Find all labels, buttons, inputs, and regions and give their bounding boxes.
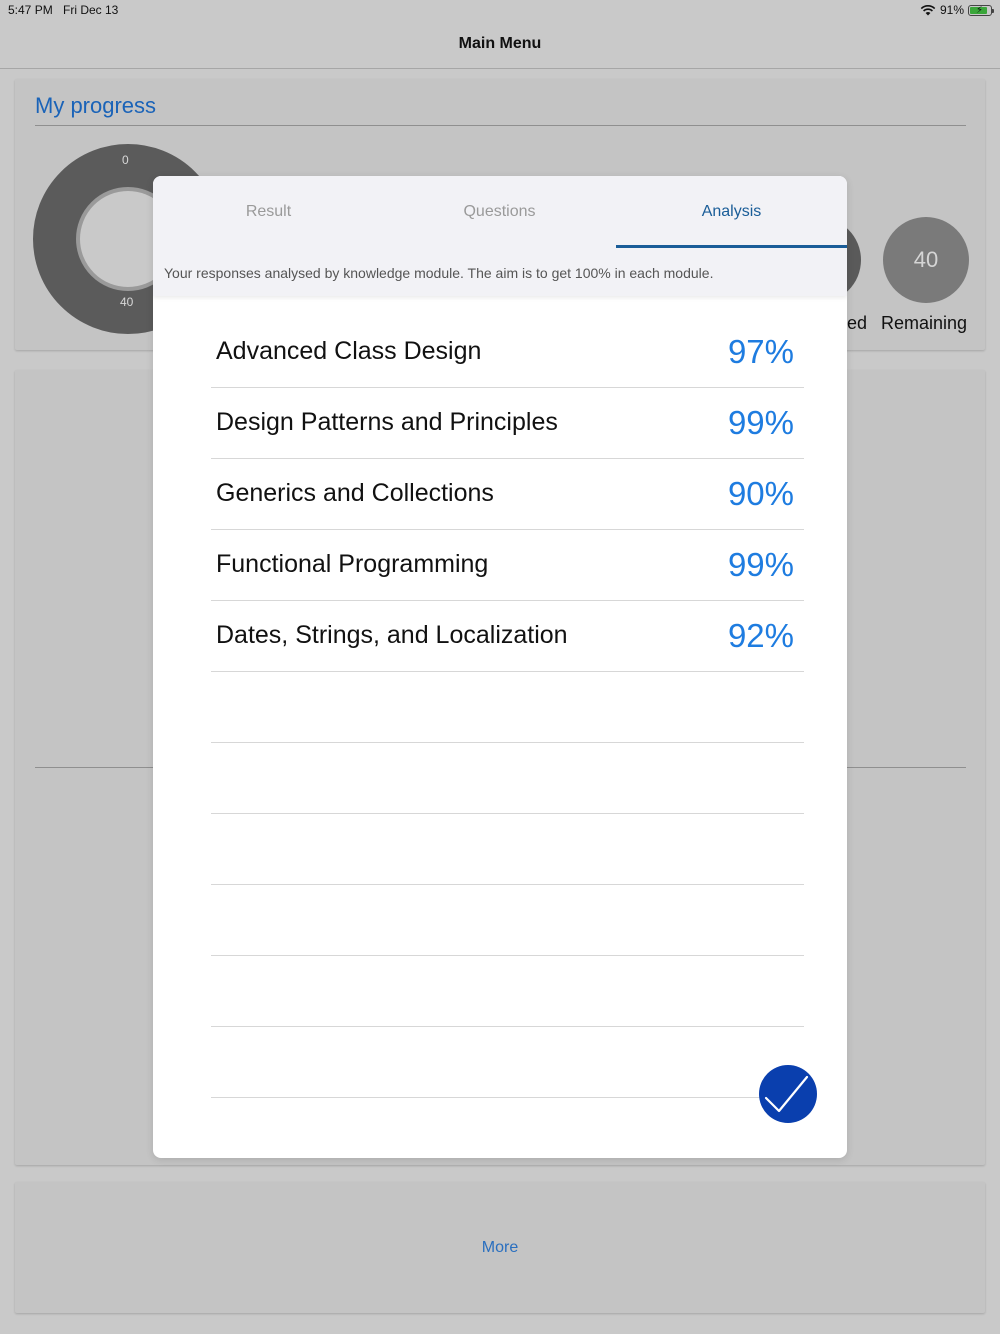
empty-row bbox=[211, 956, 804, 1027]
empty-row bbox=[211, 814, 804, 885]
battery-percent: 91% bbox=[939, 3, 964, 17]
progress-title: My progress bbox=[35, 93, 157, 118]
module-name: Design Patterns and Principles bbox=[216, 408, 558, 436]
status-indicators: 91% ⚡ bbox=[920, 3, 994, 17]
charging-bolt-icon: ⚡ bbox=[976, 4, 984, 16]
module-score: 92% bbox=[727, 617, 794, 654]
remaining-label: Remaining bbox=[881, 313, 968, 333]
module-name: Generics and Collections bbox=[216, 479, 494, 507]
tab-analysis[interactable]: Analysis bbox=[616, 176, 847, 248]
module-name: Functional Programming bbox=[216, 550, 489, 578]
module-list: Advanced Class Design 97% Design Pattern… bbox=[211, 317, 804, 1098]
module-score: 90% bbox=[727, 475, 794, 512]
tab-questions[interactable]: Questions bbox=[384, 176, 615, 248]
module-row: Generics and Collections 90% bbox=[211, 459, 804, 530]
tab-result[interactable]: Result bbox=[153, 176, 384, 248]
empty-row bbox=[211, 885, 804, 956]
analysis-modal: Result Questions Analysis Your responses… bbox=[153, 176, 847, 1158]
checkmark-icon bbox=[764, 1075, 809, 1113]
more-link[interactable]: More bbox=[15, 1239, 985, 1257]
battery-charging-icon: ⚡ bbox=[968, 4, 994, 16]
donut-label-total: 40 bbox=[120, 295, 134, 309]
status-bar: 5:47 PM Fri Dec 13 91% ⚡ bbox=[0, 0, 1000, 22]
divider bbox=[35, 125, 966, 126]
done-button[interactable] bbox=[759, 1065, 817, 1123]
status-time: 5:47 PM bbox=[8, 3, 53, 17]
analysis-description: Your responses analysed by knowledge mod… bbox=[164, 265, 714, 281]
module-name: Advanced Class Design bbox=[216, 337, 482, 365]
module-score: 99% bbox=[727, 404, 794, 441]
completed-label: ed bbox=[847, 313, 868, 333]
empty-row bbox=[211, 743, 804, 814]
module-score: 99% bbox=[727, 546, 794, 583]
donut-label-start: 0 bbox=[122, 153, 129, 167]
navigation-bar: Main Menu bbox=[0, 22, 1000, 69]
page-title: Main Menu bbox=[458, 35, 542, 52]
wifi-icon bbox=[920, 5, 936, 16]
module-row: Advanced Class Design 97% bbox=[211, 317, 804, 388]
module-row: Dates, Strings, and Localization 92% bbox=[211, 601, 804, 672]
active-tab-indicator bbox=[616, 245, 847, 248]
module-row: Design Patterns and Principles 99% bbox=[211, 388, 804, 459]
module-row: Functional Programming 99% bbox=[211, 530, 804, 601]
empty-row bbox=[211, 1027, 804, 1098]
modal-header: Result Questions Analysis Your responses… bbox=[153, 176, 847, 296]
module-score: 97% bbox=[727, 333, 794, 370]
status-date: Fri Dec 13 bbox=[63, 3, 119, 17]
empty-row bbox=[211, 672, 804, 743]
more-card[interactable]: More bbox=[15, 1182, 985, 1313]
module-name: Dates, Strings, and Localization bbox=[216, 621, 568, 649]
remaining-circle: 40 bbox=[883, 217, 969, 303]
